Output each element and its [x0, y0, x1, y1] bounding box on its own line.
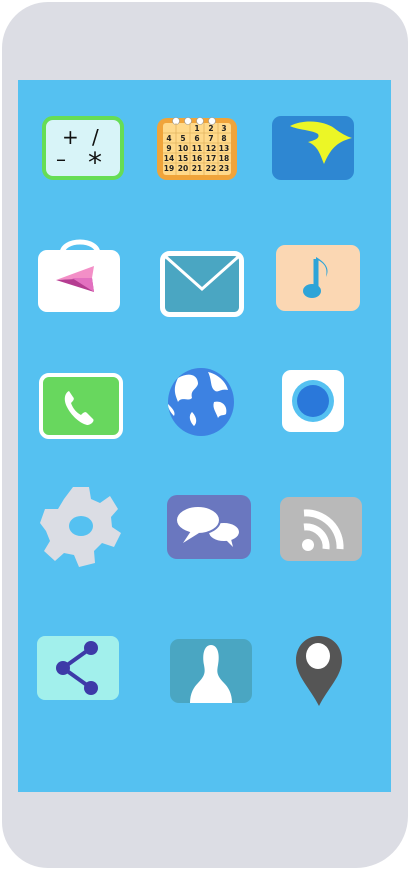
calendar-app-icon[interactable]: 1 2 3 4 5 6 7 8 9 10 11 12 13 14 15 16 1 [156, 115, 238, 181]
cal-d6: 6 [194, 134, 199, 143]
cal-d2: 2 [208, 124, 213, 133]
cal-d16: 16 [192, 154, 202, 163]
music-app-icon[interactable] [276, 245, 360, 311]
home-screen: + / – * 1 2 3 4 5 6 7 8 9 10 11 12 13 14… [18, 80, 391, 792]
bird-app-icon[interactable] [272, 116, 354, 180]
cal-d4: 4 [166, 134, 171, 143]
calc-multiply: * [88, 146, 102, 179]
cal-d22: 22 [206, 164, 216, 173]
cal-d19: 19 [164, 164, 174, 173]
cal-d23: 23 [219, 164, 229, 173]
globe-browser-icon[interactable] [168, 368, 234, 436]
shopping-bag-app-icon[interactable] [38, 232, 122, 314]
cal-d10: 10 [178, 144, 188, 153]
contacts-profile-icon[interactable] [170, 639, 252, 703]
settings-gear-icon[interactable] [40, 485, 122, 569]
phone-app-icon[interactable] [39, 373, 123, 439]
cal-d15: 15 [178, 154, 188, 163]
cal-d5: 5 [180, 134, 185, 143]
cal-d3: 3 [221, 124, 226, 133]
calc-plus: + [62, 125, 79, 149]
calc-minus: – [56, 147, 66, 171]
cal-d14: 14 [164, 154, 174, 163]
location-pin-icon[interactable] [296, 636, 342, 706]
rss-feed-app-icon[interactable] [280, 497, 362, 561]
cal-d13: 13 [219, 144, 229, 153]
cal-d20: 20 [178, 164, 188, 173]
cal-d18: 18 [219, 154, 229, 163]
mail-app-icon[interactable] [160, 251, 244, 317]
cal-d11: 11 [192, 144, 202, 153]
chat-messages-app-icon[interactable] [167, 495, 251, 559]
calculator-app-icon[interactable]: + / – * [42, 116, 124, 180]
cal-d7: 7 [208, 134, 213, 143]
cal-d9: 9 [166, 144, 171, 153]
share-app-icon[interactable] [37, 636, 119, 700]
cal-d21: 21 [192, 164, 202, 173]
cal-d8: 8 [221, 134, 226, 143]
record-button-icon[interactable] [282, 370, 344, 432]
cal-d17: 17 [206, 154, 216, 163]
phone-body: + / – * 1 2 3 4 5 6 7 8 9 10 11 12 13 14… [2, 2, 408, 868]
cal-d1: 1 [194, 124, 199, 133]
cal-d12: 12 [206, 144, 216, 153]
